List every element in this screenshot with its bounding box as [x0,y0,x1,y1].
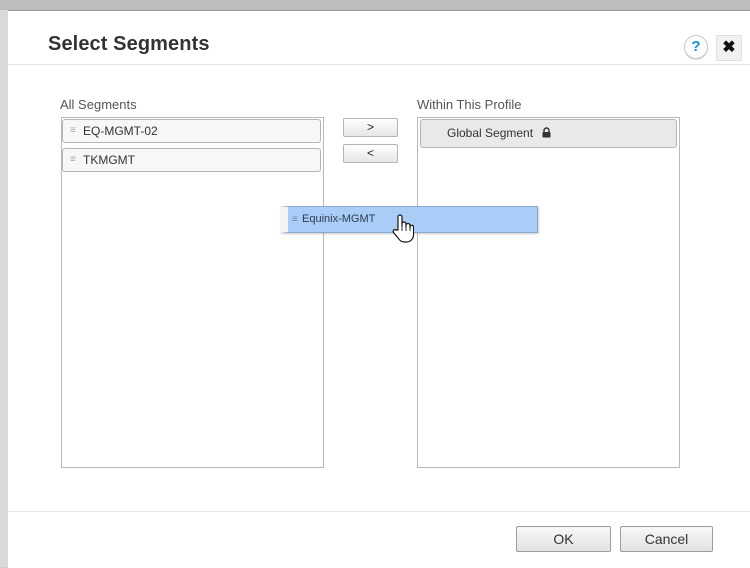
help-label: ? [691,38,701,55]
segment-label: EQ-MGMT-02 [83,124,158,138]
drag-grip-icon: ≡ [70,125,76,136]
select-segments-dialog: Select Segments ? ✖ All Segments Within … [8,10,750,568]
footer-divider [8,511,750,512]
segment-item-tkmgmt[interactable]: ≡ TKMGMT [62,148,321,172]
hand-pointer-icon [392,214,414,243]
dialog-title: Select Segments [48,33,210,55]
close-label: ✖ [722,39,736,56]
remove-from-profile-button[interactable]: < [343,144,398,163]
all-segments-list[interactable]: ≡ EQ-MGMT-02 ≡ TKMGMT [61,117,324,468]
lock-icon [542,127,551,138]
backdrop-edge [0,10,8,567]
cancel-button[interactable]: Cancel [620,526,713,552]
segment-label: TKMGMT [83,153,135,167]
segment-label: Global Segment [447,126,534,140]
header-divider [8,64,750,65]
dragging-segment-label: Equinix-MGMT [302,213,376,225]
within-profile-list[interactable]: Global Segment [417,117,680,468]
close-icon[interactable]: ✖ [716,35,742,61]
all-segments-label: All Segments [60,97,137,112]
ok-button[interactable]: OK [516,526,611,552]
within-profile-label: Within This Profile [417,97,522,112]
segment-item-global[interactable]: Global Segment [420,119,677,148]
backdrop-bar [0,0,750,10]
help-icon[interactable]: ? [684,35,708,59]
drag-grip-icon: ≡ [70,154,76,165]
add-to-profile-button[interactable]: > [343,118,398,137]
segment-item-eq-mgmt-02[interactable]: ≡ EQ-MGMT-02 [62,119,321,143]
drag-grip-icon: ≡ [292,214,298,225]
